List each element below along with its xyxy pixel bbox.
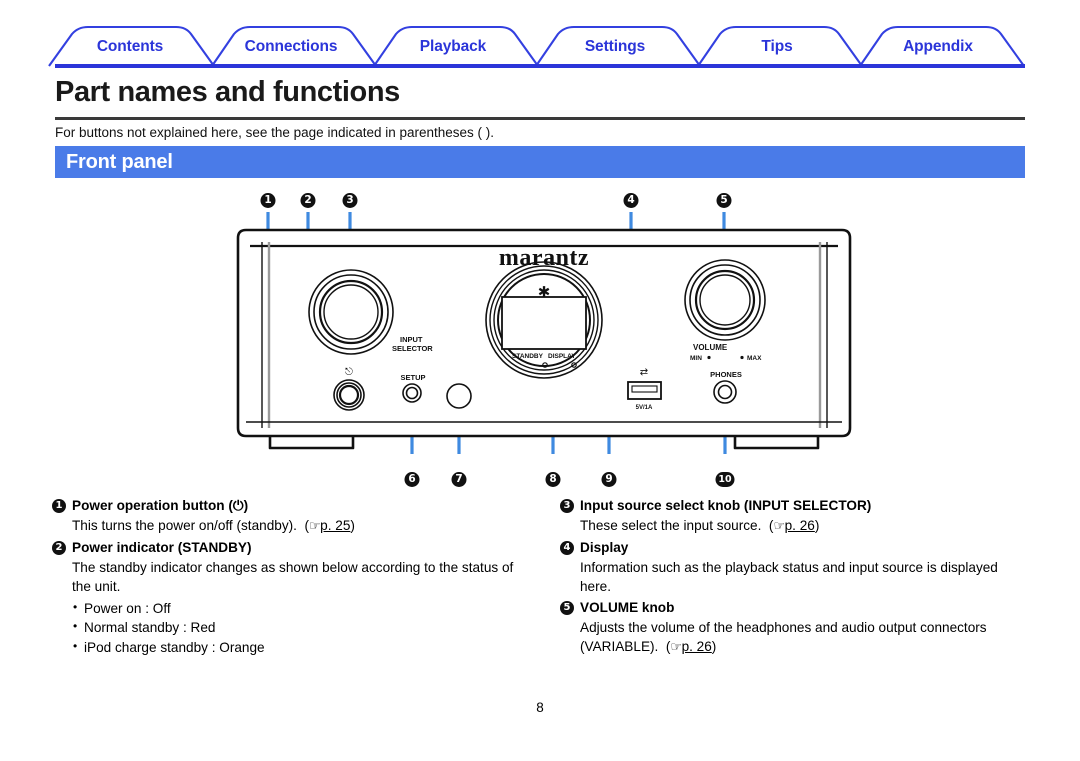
front-panel-drawing: marantz INPUT SELECTOR ✱ STANDBY DISPLAY… (236, 212, 852, 454)
description-body-4: Information such as the playback status … (580, 559, 998, 595)
tab-bar: Contents Connections Playback Settings T… (0, 0, 1080, 72)
pointing-hand-icon: ☞ (773, 519, 785, 534)
title-divider (55, 117, 1025, 120)
description-item-2: 2 Power indicator (STANDBY) The standby … (52, 538, 532, 658)
label-phones: PHONES (710, 370, 742, 379)
description-title-4: 4 Display (560, 538, 1030, 557)
list-item: Power on : Off (73, 598, 532, 619)
description-title-text-5: VOLUME knob (580, 599, 675, 615)
tab-tips[interactable]: Tips (761, 38, 792, 56)
label-usb-rating: 5V/1A (636, 405, 653, 411)
tab-playback[interactable]: Playback (420, 38, 487, 56)
description-body-3: These select the input source. (☞p. 26) (560, 516, 1030, 537)
label-volume-min: MIN (690, 355, 702, 362)
label-volume: VOLUME (693, 343, 728, 352)
callout-2: 2 (300, 193, 316, 208)
description-sublist-2: Power on : Off Normal standby : Red iPod… (52, 598, 532, 658)
description-body-5: Adjusts the volume of the headphones and… (560, 618, 1030, 658)
tab-connections[interactable]: Connections (245, 38, 338, 56)
chassis-foot-right (733, 436, 820, 450)
description-item-3: 3 Input source select knob (INPUT SELECT… (560, 496, 1030, 537)
tab-appendix[interactable]: Appendix (903, 38, 973, 56)
callout-1: 1 (260, 193, 276, 208)
display-window (501, 296, 587, 350)
list-item: Normal standby : Red (73, 617, 532, 638)
description-body-text-1: This turns the power on/off (standby). (72, 518, 297, 533)
description-title-text-4: Display (580, 539, 629, 555)
label-display: DISPLAY (548, 353, 576, 360)
page-reference-text-3: p. 26 (784, 518, 815, 533)
display-star-icon: ✱ (538, 283, 551, 301)
description-bullet-1: 1 (52, 499, 66, 513)
volume-max-dot (740, 355, 744, 360)
description-bullet-3: 3 (560, 499, 574, 513)
description-item-5: 5 VOLUME knob Adjusts the volume of the … (560, 598, 1030, 658)
callout-3: 3 (342, 193, 358, 208)
description-title-1: 1 Power operation button (⏻) (52, 496, 532, 515)
tab-contents[interactable]: Contents (97, 38, 163, 56)
label-volume-max: MAX (747, 355, 762, 362)
description-title-text-3: Input source select knob (INPUT SELECTOR… (580, 498, 872, 513)
page-reference-1[interactable]: (☞p. 25) (301, 518, 354, 534)
label-input-selector-line2: SELECTOR (392, 344, 433, 353)
pointing-hand-icon: ☞ (670, 640, 682, 655)
description-bullet-4: 4 (560, 540, 574, 555)
tab-settings[interactable]: Settings (585, 38, 645, 56)
pointing-hand-icon: ☞ (309, 519, 321, 534)
description-bullet-2: 2 (52, 540, 66, 555)
list-item: iPod charge standby : Orange (73, 637, 532, 658)
label-setup: SETUP (400, 373, 425, 382)
description-body-2: The standby indicator changes as shown b… (72, 559, 514, 595)
description-title-2: 2 Power indicator (STANDBY) (52, 538, 532, 557)
usb-icon: ⇄ (640, 367, 648, 378)
description-body-1: This turns the power on/off (standby). (… (52, 516, 532, 537)
callout-8: 8 (545, 472, 561, 487)
page-reference-3[interactable]: (☞p. 26) (765, 518, 819, 534)
volume-min-dot (707, 355, 711, 360)
label-standby: STANDBY (512, 353, 544, 360)
section-banner-label: Front panel (66, 151, 173, 173)
page-reference-5[interactable]: (☞p. 26) (662, 639, 716, 655)
page-reference-text-5: p. 26 (681, 639, 712, 654)
description-body-text-5: Adjusts the volume of the headphones and… (580, 619, 987, 655)
brand-logo: marantz (499, 245, 589, 271)
description-item-4: 4 Display Information such as the playba… (560, 538, 1030, 597)
section-banner: Front panel (55, 146, 1025, 178)
power-symbol-icon: ⎋ (345, 367, 353, 378)
front-panel-diagram: marantz INPUT SELECTOR ✱ STANDBY DISPLAY… (0, 190, 1080, 495)
callout-9: 9 (601, 472, 617, 487)
callout-6: 6 (404, 472, 420, 487)
usb-port-inner (631, 385, 658, 393)
description-body-text-3: These select the input source. (580, 518, 762, 533)
page-number: 8 (536, 700, 544, 715)
description-title-5: 5 VOLUME knob (560, 598, 1030, 617)
description-title-text-1: Power operation button (⏻) (72, 498, 249, 513)
callout-7: 7 (451, 472, 467, 487)
page-title: Part names and functions (55, 76, 400, 108)
callout-5: 5 (716, 193, 732, 208)
tab-bar-shapes (48, 25, 1025, 68)
label-input-selector-line1: INPUT (400, 335, 423, 344)
tab-bar-underline (55, 64, 1025, 68)
description-title-3: 3 Input source select knob (INPUT SELECT… (560, 496, 1030, 515)
chassis-foot-left (268, 436, 355, 450)
description-bullet-5: 5 (560, 600, 574, 615)
page-reference-text-1: p. 25 (320, 518, 351, 533)
description-item-1: 1 Power operation button (⏻) This turns … (52, 496, 532, 537)
intro-text: For buttons not explained here, see the … (55, 125, 495, 140)
callout-10: 10 (715, 472, 735, 487)
callout-4: 4 (623, 193, 639, 208)
description-title-text-2: Power indicator (STANDBY) (72, 539, 252, 555)
description-column-left: 1 Power operation button (⏻) This turns … (52, 496, 532, 658)
description-column-right: 3 Input source select knob (INPUT SELECT… (560, 496, 1030, 659)
